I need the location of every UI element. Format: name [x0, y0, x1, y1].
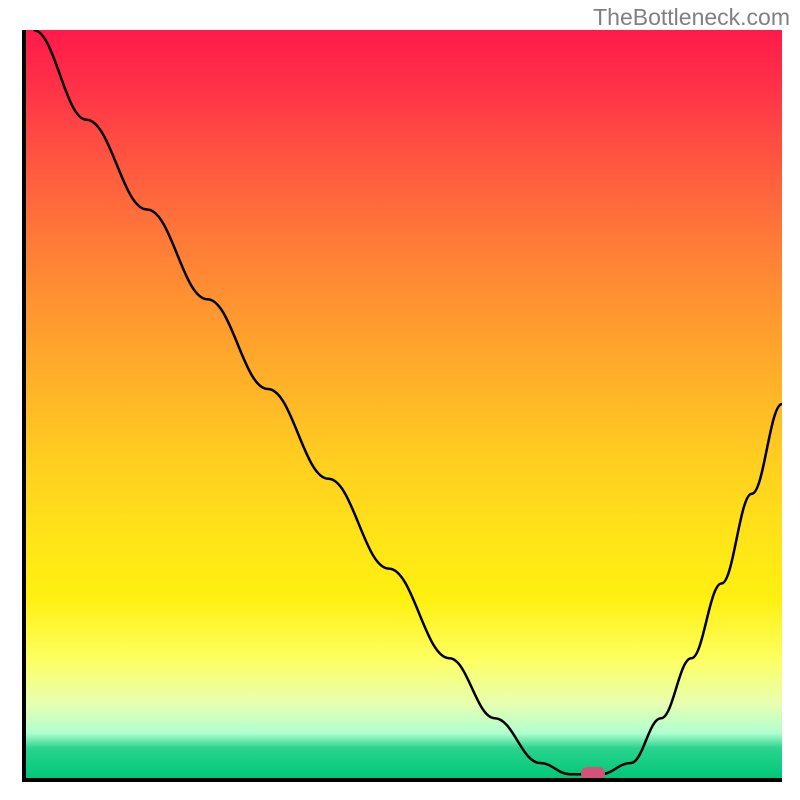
- watermark-text: TheBottleneck.com: [593, 4, 790, 31]
- optimal-point-marker: [581, 767, 605, 780]
- chart-curve-svg: [26, 30, 782, 778]
- bottleneck-curve-line: [34, 30, 782, 774]
- chart-plot-area: [22, 30, 782, 782]
